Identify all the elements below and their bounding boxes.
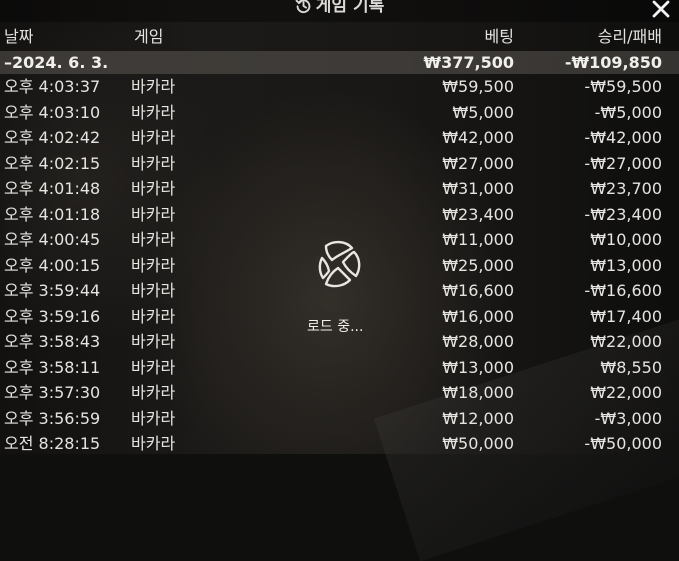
history-row[interactable]: 오후 3:56:59 바카라 ₩12,000 -₩3,000	[0, 406, 679, 432]
loading-text: 로드 중...	[307, 319, 364, 335]
column-game: 게임	[134, 27, 164, 46]
row-win-loss: ₩23,700	[590, 179, 662, 198]
title: 게임 기록	[0, 0, 679, 18]
row-win-loss: ₩22,000	[590, 383, 662, 402]
row-game: 바카라	[131, 281, 176, 300]
row-game: 바카라	[131, 332, 176, 351]
row-game: 바카라	[131, 306, 176, 326]
row-time: 오후 4:03:10	[4, 102, 101, 122]
row-time: 오후 4:01:48	[4, 179, 101, 198]
row-time: 오후 4:00:45	[4, 230, 101, 249]
row-bet: ₩50,000	[442, 434, 514, 453]
column-date: 날짜	[4, 27, 34, 46]
row-game: 바카라	[131, 153, 176, 173]
row-bet: ₩13,000	[442, 357, 514, 377]
column-win-loss: 승리/패배	[597, 27, 662, 46]
loading-spinner-icon	[318, 240, 361, 288]
history-row[interactable]: 오후 4:01:48 바카라 ₩31,000 ₩23,700	[0, 176, 679, 202]
row-bet: ₩5,000	[452, 102, 514, 122]
row-game: 바카라	[131, 408, 176, 428]
summary-win-loss: -₩109,850	[564, 53, 662, 72]
row-win-loss: ₩10,000	[590, 230, 662, 249]
column-header: 날짜 게임 베팅 승리/패배	[0, 24, 679, 50]
row-time: 오후 4:02:15	[4, 153, 101, 173]
row-win-loss: -₩59,500	[584, 77, 662, 96]
title-text: 게임 기록	[315, 0, 385, 16]
column-bet: 베팅	[484, 27, 514, 46]
row-time: 오후 3:56:59	[4, 408, 101, 428]
row-win-loss: ₩8,550	[600, 357, 662, 377]
row-win-loss: -₩50,000	[584, 434, 662, 453]
row-game: 바카라	[131, 77, 176, 96]
row-game: 바카라	[131, 102, 176, 122]
row-time: 오후 4:02:42	[4, 128, 101, 147]
row-game: 바카라	[131, 357, 176, 377]
row-win-loss: ₩22,000	[590, 332, 662, 351]
close-icon	[652, 0, 670, 18]
row-time: 오후 4:00:15	[4, 255, 101, 275]
row-bet: ₩42,000	[442, 128, 514, 147]
history-row[interactable]: 오후 4:01:18 바카라 ₩23,400 -₩23,400	[0, 202, 679, 228]
summary-date[interactable]: –2024. 6. 3.	[4, 51, 108, 74]
row-bet: ₩12,000	[442, 408, 514, 428]
row-game: 바카라	[131, 255, 176, 275]
row-bet: ₩23,400	[442, 204, 514, 224]
row-time: 오후 3:58:43	[4, 332, 101, 351]
row-win-loss: ₩17,400	[590, 306, 662, 326]
row-bet: ₩59,500	[442, 77, 514, 96]
row-win-loss: -₩42,000	[584, 128, 662, 147]
history-clock-icon	[295, 0, 311, 14]
row-bet: ₩18,000	[442, 383, 514, 402]
row-win-loss: -₩23,400	[584, 204, 662, 224]
row-time: 오후 3:58:11	[4, 357, 101, 377]
summary-bet: ₩377,500	[423, 53, 514, 72]
row-bet: ₩11,000	[442, 230, 514, 249]
row-bet: ₩16,600	[442, 281, 514, 300]
row-game: 바카라	[131, 230, 176, 249]
row-game: 바카라	[131, 204, 176, 224]
row-time: 오후 3:59:16	[4, 306, 101, 326]
row-time: 오후 4:03:37	[4, 77, 101, 96]
history-row[interactable]: 오후 4:03:10 바카라 ₩5,000 -₩5,000	[0, 100, 679, 126]
row-game: 바카라	[131, 434, 176, 453]
row-time: 오전 8:28:15	[4, 434, 101, 453]
row-game: 바카라	[131, 179, 176, 198]
row-bet: ₩31,000	[442, 179, 514, 198]
row-win-loss: ₩13,000	[590, 255, 662, 275]
row-bet: ₩28,000	[442, 332, 514, 351]
row-game: 바카라	[131, 383, 176, 402]
row-time: 오후 4:01:18	[4, 204, 101, 224]
row-win-loss: -₩27,000	[584, 153, 662, 173]
row-bet: ₩25,000	[442, 255, 514, 275]
history-row[interactable]: 오후 4:02:42 바카라 ₩42,000 -₩42,000	[0, 125, 679, 151]
date-group-summary[interactable]: –2024. 6. 3. ₩377,500 -₩109,850	[0, 51, 679, 74]
close-button[interactable]	[649, 0, 673, 21]
row-bet: ₩27,000	[442, 153, 514, 173]
loading-indicator: 로드 중...	[300, 238, 380, 336]
row-bet: ₩16,000	[442, 306, 514, 326]
header-bar: 게임 기록	[0, 0, 679, 22]
history-row[interactable]: 오후 3:57:30 바카라 ₩18,000 ₩22,000	[0, 380, 679, 406]
history-row[interactable]: 오후 4:02:15 바카라 ₩27,000 -₩27,000	[0, 151, 679, 177]
row-time: 오후 3:57:30	[4, 383, 101, 402]
history-row[interactable]: 오후 4:03:37 바카라 ₩59,500 -₩59,500	[0, 74, 679, 100]
row-win-loss: -₩3,000	[594, 408, 662, 428]
row-game: 바카라	[131, 128, 176, 147]
row-time: 오후 3:59:44	[4, 281, 101, 300]
row-win-loss: -₩16,600	[584, 281, 662, 300]
history-row[interactable]: 오후 3:58:11 바카라 ₩13,000 ₩8,550	[0, 355, 679, 381]
row-win-loss: -₩5,000	[594, 102, 662, 122]
history-row[interactable]: 오전 8:28:15 바카라 ₩50,000 -₩50,000	[0, 431, 679, 457]
